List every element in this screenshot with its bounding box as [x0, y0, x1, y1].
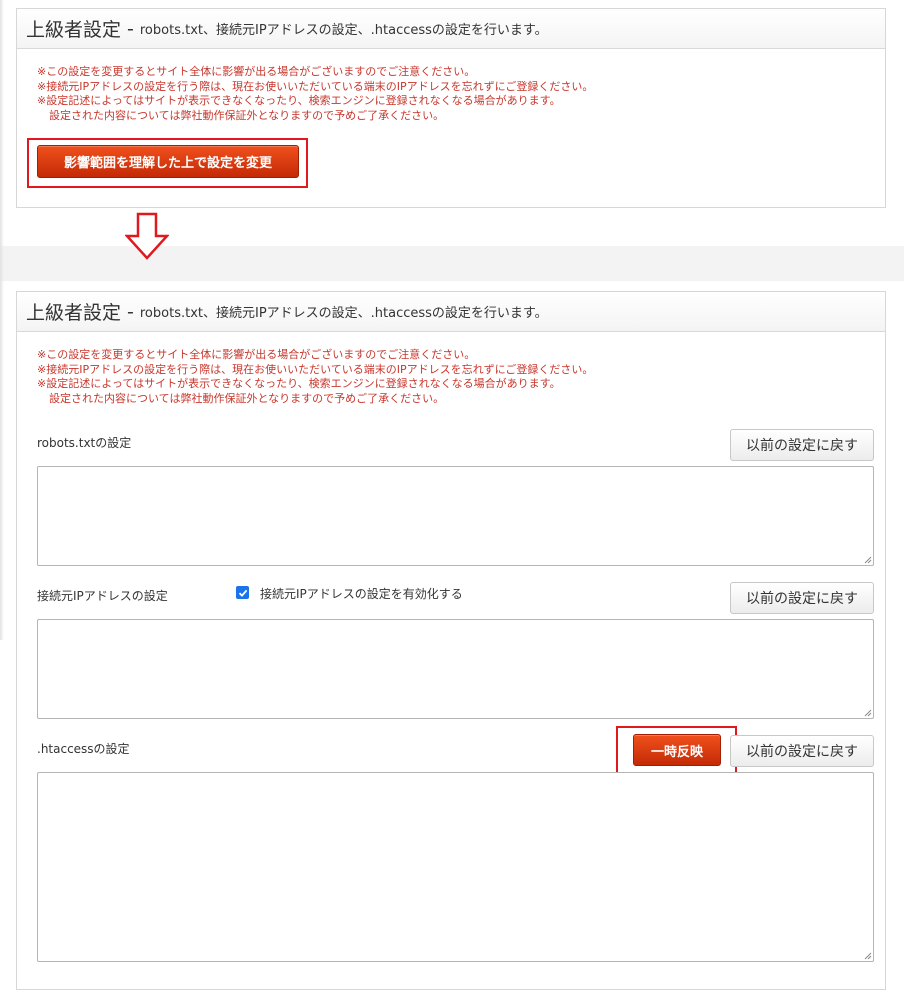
panel-header: 上級者設定 - robots.txt、接続元IPアドレスの設定、.htaccessの… — [17, 292, 885, 332]
warning-note: ※接続元IPアドレスの設定を行う際は、現在お使いいただいている端末のIPアドレス… — [37, 362, 594, 376]
panel-title-separator: - — [127, 17, 134, 40]
robots-textarea[interactable] — [37, 466, 874, 566]
panel-title: 上級者設定 — [26, 19, 122, 41]
ip-textarea[interactable] — [37, 619, 874, 719]
warning-note: ※この設定を変更するとサイト全体に影響が出る場合がございますのでご注意ください。 — [37, 65, 476, 78]
panel-title-separator: - — [127, 300, 134, 323]
warning-note: ※設定記述によってはサイトが表示できなくなったり、検索エンジンに登録されなくなる… — [37, 377, 561, 391]
warning-note: ※この設定を変更するとサイト全体に影響が出る場合がございますのでご注意ください。 — [37, 348, 476, 361]
highlight-box — [27, 138, 308, 188]
advanced-settings-panel-locked: 上級者設定 - robots.txt、接続元IPアドレスの設定、.htaccessの… — [16, 8, 886, 208]
panel-header: 上級者設定 - robots.txt、接続元IPアドレスの設定、.htaccessの… — [17, 9, 885, 49]
arrow-down-outline-icon — [125, 212, 169, 260]
ip-settings-label: 接続元IPアドレスの設定 — [37, 589, 168, 603]
robots-settings-label: robots.txtの設定 — [37, 436, 132, 450]
htaccess-textarea[interactable] — [37, 772, 874, 962]
advanced-settings-panel-editable: 上級者設定 - robots.txt、接続元IPアドレスの設定、.htaccessの… — [16, 291, 886, 990]
resize-grip-icon[interactable] — [862, 707, 872, 717]
sidebar-edge-shadow — [0, 0, 4, 640]
htaccess-revert-button[interactable]: 以前の設定に戻す — [730, 735, 874, 767]
htaccess-settings-label: .htaccessの設定 — [37, 742, 130, 756]
ip-enable-checkbox[interactable] — [236, 586, 249, 599]
resize-grip-icon[interactable] — [862, 950, 872, 960]
ip-enable-label[interactable]: 接続元IPアドレスの設定を有効化する — [260, 585, 463, 602]
ip-revert-button[interactable]: 以前の設定に戻す — [730, 582, 874, 614]
highlight-box — [616, 726, 737, 777]
robots-revert-button[interactable]: 以前の設定に戻す — [730, 429, 874, 461]
warning-notes: ※この設定を変更するとサイト全体に影響が出る場合がございますのでご注意ください。… — [37, 65, 593, 123]
warning-note: 設定された内容については弊社動作保証外となりますので予めご了承ください。 — [49, 108, 445, 122]
warning-notes: ※この設定を変更するとサイト全体に影響が出る場合がございますのでご注意ください。… — [37, 348, 593, 406]
panel-description: robots.txt、接続元IPアドレスの設定、.htaccessの設定を行いま… — [139, 23, 548, 38]
warning-note: 設定された内容については弊社動作保証外となりますので予めご了承ください。 — [49, 391, 445, 405]
panel-title: 上級者設定 — [26, 302, 122, 324]
warning-note: ※接続元IPアドレスの設定を行う際は、現在お使いいただいている端末のIPアドレス… — [37, 79, 594, 93]
panel-description: robots.txt、接続元IPアドレスの設定、.htaccessの設定を行いま… — [139, 306, 548, 321]
warning-note: ※設定記述によってはサイトが表示できなくなったり、検索エンジンに登録されなくなる… — [37, 94, 561, 108]
resize-grip-icon[interactable] — [862, 554, 872, 564]
checkmark-icon — [238, 589, 247, 597]
